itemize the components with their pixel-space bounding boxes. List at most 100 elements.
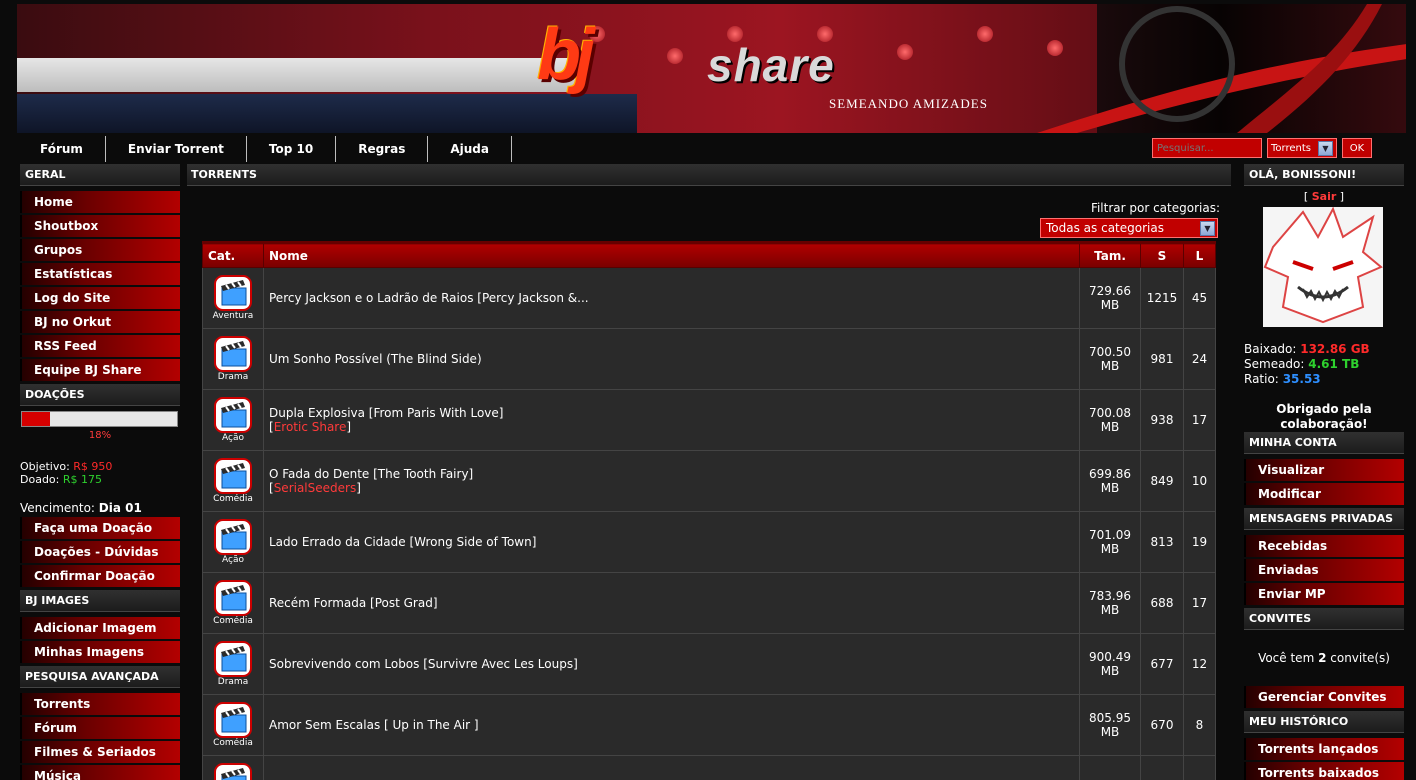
menu-equipe[interactable]: Equipe BJ Share <box>20 359 180 381</box>
search-input[interactable] <box>1152 138 1262 158</box>
cell-category[interactable] <box>202 755 264 780</box>
menu-torrents-lancados[interactable]: Torrents lançados <box>1244 738 1404 760</box>
cell-leechers[interactable]: 17 <box>1183 572 1216 634</box>
menu-pesquisa-filmes[interactable]: Filmes & Seriados <box>20 741 180 763</box>
cell-leechers[interactable]: 10 <box>1183 450 1216 512</box>
col-header-size[interactable]: Tam. <box>1079 241 1141 268</box>
size-value: 701.09 <box>1089 528 1131 542</box>
table-row[interactable]: Ação Dupla Explosiva [From Paris With Lov… <box>202 389 1216 451</box>
cell-leechers[interactable]: 12 <box>1183 633 1216 695</box>
cell-seeders[interactable]: 677 <box>1140 633 1184 695</box>
cell-name: Um Sonho Possível (The Blind Side) <box>263 328 1080 390</box>
menu-pesquisa-musica[interactable]: Música <box>20 765 180 780</box>
table-row[interactable]: Drama Sobrevivendo com Lobos [Survivre Av… <box>202 633 1216 695</box>
cell-size: 700.50 MB <box>1079 328 1141 390</box>
donation-donated-value: R$ 175 <box>62 473 102 486</box>
torrent-name-link[interactable]: Sobrevivendo com Lobos [Survivre Avec Le… <box>269 657 578 671</box>
torrent-name-link[interactable]: Recém Formada [Post Grad] <box>269 596 438 610</box>
menu-visualizar[interactable]: Visualizar <box>1244 459 1404 481</box>
menu-gerenciar-convites[interactable]: Gerenciar Convites <box>1244 686 1404 708</box>
menu-pesquisa-forum[interactable]: Fórum <box>20 717 180 739</box>
table-row[interactable]: Comédia Recém Formada [Post Grad] 783.96 MB… <box>202 572 1216 634</box>
menu-torrents-baixados[interactable]: Torrents baixados <box>1244 762 1404 780</box>
filter-label: Filtrar por categorias: <box>1090 201 1220 215</box>
banner-stripe-dark <box>17 94 637 133</box>
table-row[interactable]: 700.29 <box>202 755 1216 780</box>
cell-name: Sobrevivendo com Lobos [Survivre Avec Le… <box>263 633 1080 695</box>
cell-category[interactable]: Aventura <box>202 267 264 329</box>
col-header-name[interactable]: Nome <box>263 241 1080 268</box>
cell-leechers[interactable]: 19 <box>1183 511 1216 573</box>
cell-category[interactable]: Drama <box>202 328 264 390</box>
torrent-name-link[interactable]: Um Sonho Possível (The Blind Side) <box>269 352 482 366</box>
cell-seeders[interactable]: 938 <box>1140 389 1184 451</box>
col-header-leechers[interactable]: L <box>1183 241 1216 268</box>
menu-rss-feed[interactable]: RSS Feed <box>20 335 180 357</box>
menu-confirmar-doacao[interactable]: Confirmar Doação <box>20 565 180 587</box>
cell-leechers[interactable]: 8 <box>1183 694 1216 756</box>
cell-category[interactable]: Comédia <box>202 694 264 756</box>
cell-leechers[interactable] <box>1183 755 1216 780</box>
table-row[interactable]: Aventura Percy Jackson e o Ladrão de Raio… <box>202 267 1216 329</box>
cell-seeders[interactable]: 849 <box>1140 450 1184 512</box>
table-row[interactable]: Comédia Amor Sem Escalas [ Up in The Air … <box>202 694 1216 756</box>
cell-seeders[interactable]: 981 <box>1140 328 1184 390</box>
cell-category[interactable]: Drama <box>202 633 264 695</box>
menu-log-do-site[interactable]: Log do Site <box>20 287 180 309</box>
donation-goal-label: Objetivo: <box>20 460 70 473</box>
avatar[interactable] <box>1263 207 1383 327</box>
pesquisa-header: PESQUISA AVANÇADA <box>20 666 180 688</box>
cell-seeders[interactable]: 1215 <box>1140 267 1184 329</box>
menu-modificar[interactable]: Modificar <box>1244 483 1404 505</box>
menu-faca-doacao[interactable]: Faça uma Doação <box>20 517 180 539</box>
col-header-cat[interactable]: Cat. <box>202 241 264 268</box>
table-row[interactable]: Comédia O Fada do Dente [The Tooth Fairy]… <box>202 450 1216 512</box>
search-ok-button[interactable]: OK <box>1342 138 1372 158</box>
category-filter-select[interactable]: Todas as categorias ▼ <box>1040 218 1218 238</box>
cell-seeders[interactable] <box>1140 755 1184 780</box>
torrent-name-link[interactable]: Lado Errado da Cidade [Wrong Side of Tow… <box>269 535 536 549</box>
table-row[interactable]: Ação Lado Errado da Cidade [Wrong Side of… <box>202 511 1216 573</box>
cell-category[interactable]: Comédia <box>202 572 264 634</box>
menu-estatisticas[interactable]: Estatísticas <box>20 263 180 285</box>
cell-seeders[interactable]: 688 <box>1140 572 1184 634</box>
cell-leechers[interactable]: 24 <box>1183 328 1216 390</box>
menu-adicionar-imagem[interactable]: Adicionar Imagem <box>20 617 180 639</box>
nav-ajuda[interactable]: Ajuda <box>428 136 512 162</box>
doacoes-header: DOAÇÕES <box>20 384 180 406</box>
torrent-name-link[interactable]: Percy Jackson e o Ladrão de Raios [Percy… <box>269 291 589 305</box>
nav-forum[interactable]: Fórum <box>17 136 106 162</box>
logout-link[interactable]: Sair <box>1312 190 1337 203</box>
cell-leechers[interactable]: 17 <box>1183 389 1216 451</box>
torrent-name-link[interactable]: O Fada do Dente [The Tooth Fairy] <box>269 467 473 481</box>
menu-minhas-imagens[interactable]: Minhas Imagens <box>20 641 180 663</box>
menu-doacoes-duvidas[interactable]: Doações - Dúvidas <box>20 541 180 563</box>
menu-pesquisa-torrents[interactable]: Torrents <box>20 693 180 715</box>
menu-enviar-mp[interactable]: Enviar MP <box>1244 583 1404 605</box>
nav-regras[interactable]: Regras <box>336 136 429 162</box>
cell-seeders[interactable]: 670 <box>1140 694 1184 756</box>
cell-category[interactable]: Comédia <box>202 450 264 512</box>
table-row[interactable]: Drama Um Sonho Possível (The Blind Side) 7… <box>202 328 1216 390</box>
nav-enviar-torrent[interactable]: Enviar Torrent <box>106 136 247 162</box>
col-header-seeders[interactable]: S <box>1140 241 1184 268</box>
release-group-link[interactable]: Erotic Share <box>274 420 347 434</box>
cell-seeders[interactable]: 813 <box>1140 511 1184 573</box>
menu-shoutbox[interactable]: Shoutbox <box>20 215 180 237</box>
film-clapper-icon <box>213 457 253 495</box>
release-group-link[interactable]: SerialSeeders <box>274 481 357 495</box>
cell-leechers[interactable]: 45 <box>1183 267 1216 329</box>
menu-enviadas[interactable]: Enviadas <box>1244 559 1404 581</box>
menu-home[interactable]: Home <box>20 191 180 213</box>
site-banner[interactable]: bj share SEMEANDO AMIZADES <box>17 4 1406 133</box>
menu-recebidas[interactable]: Recebidas <box>1244 535 1404 557</box>
torrent-name-link[interactable]: Dupla Explosiva [From Paris With Love] <box>269 406 503 420</box>
torrent-name-link[interactable]: Amor Sem Escalas [ Up in The Air ] <box>269 718 479 732</box>
menu-bj-no-orkut[interactable]: BJ no Orkut <box>20 311 180 333</box>
menu-grupos[interactable]: Grupos <box>20 239 180 261</box>
search-type-select[interactable]: Torrents ▼ <box>1267 138 1337 158</box>
cell-category[interactable]: Ação <box>202 389 264 451</box>
nav-top10[interactable]: Top 10 <box>247 136 337 162</box>
cell-category[interactable]: Ação <box>202 511 264 573</box>
donation-progress-bar <box>21 411 178 427</box>
